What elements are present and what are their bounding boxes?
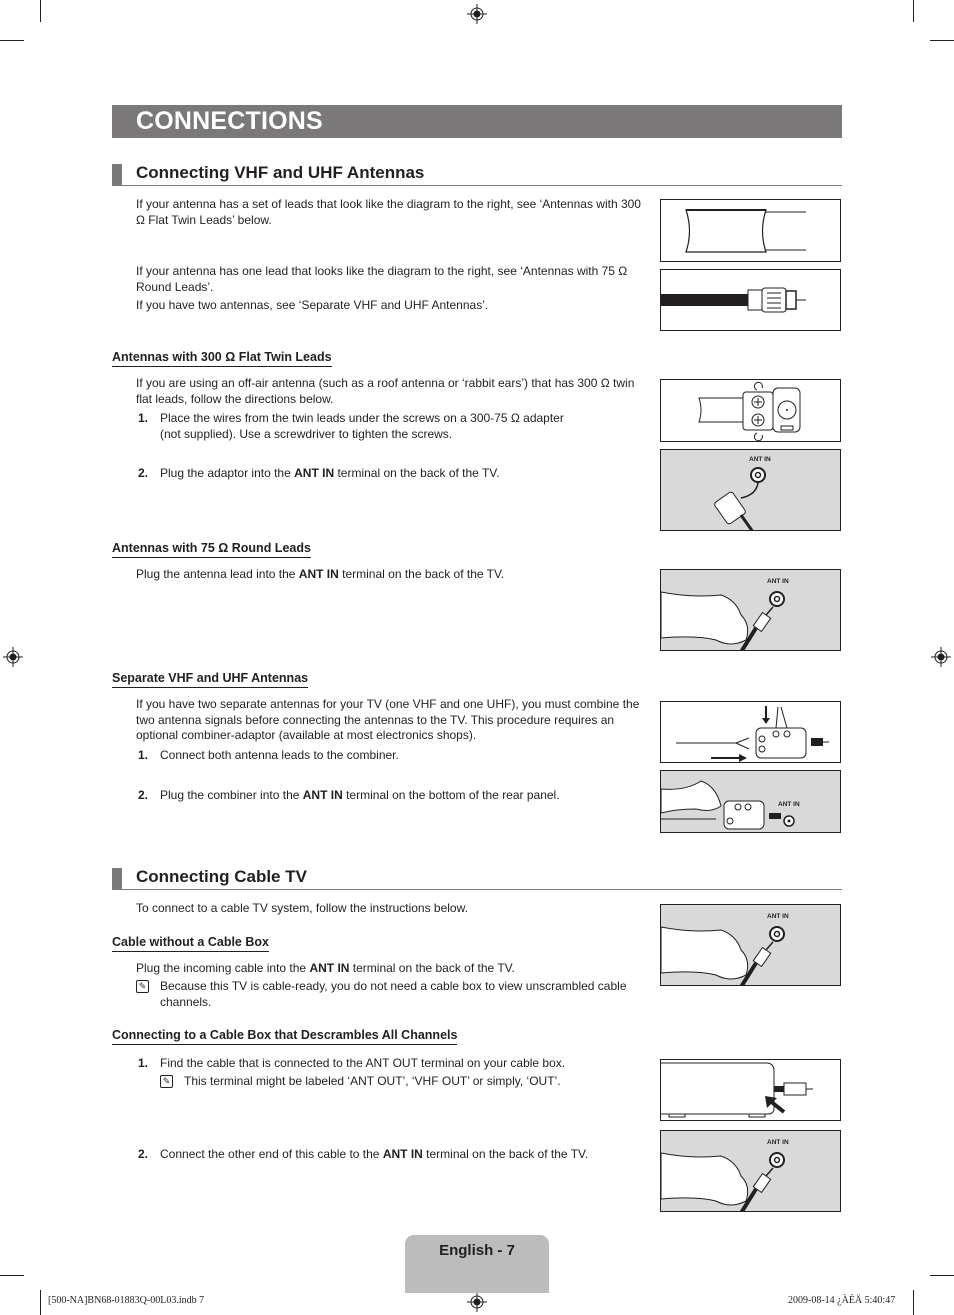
- ant-in-terminal-icon: [714, 467, 766, 530]
- section-title: Connecting VHF and UHF Antennas: [136, 163, 425, 182]
- flat-twin-lead-icon: [685, 209, 806, 253]
- step-number: 2.: [138, 1147, 149, 1161]
- subsection-heading-separate: Separate VHF and UHF Antennas: [112, 671, 309, 688]
- text: terminal on the back of the TV.: [338, 567, 505, 581]
- intro-paragraph-2: If your antenna has one lead that looks …: [136, 264, 628, 294]
- text: Plug the incoming cable into the: [136, 961, 310, 975]
- subsection-heading-no-box: Cable without a Cable Box: [112, 935, 269, 952]
- ant-in-label: ANT IN: [294, 466, 335, 480]
- crop-mark: [913, 0, 914, 22]
- step-number: 2.: [138, 466, 149, 480]
- step-number: 1.: [138, 748, 149, 762]
- figure-flat-twin-lead: [660, 199, 841, 262]
- flat-twin-intro: If you are using an off-air antenna (suc…: [136, 376, 635, 406]
- intro-paragraph-1: If your antenna has a set of leads that …: [136, 197, 641, 227]
- hand-plugging-cable-icon: [661, 1152, 785, 1211]
- ant-in-label: ANT IN: [302, 788, 343, 802]
- figure-hand-plug: ANT IN: [660, 569, 841, 651]
- combiner-icon: [676, 706, 829, 762]
- crop-mark: [930, 40, 954, 41]
- step-text: Place the wires from the twin leads unde…: [160, 411, 564, 441]
- crop-mark: [930, 1275, 954, 1276]
- text: terminal on the back of the TV.: [349, 961, 515, 975]
- step-text: Plug the adaptor into the ANT IN termina…: [160, 466, 640, 482]
- figure-round-lead: [660, 269, 841, 331]
- step-text: Connect both antenna leads to the combin…: [160, 748, 399, 762]
- section-heading-cable: Connecting Cable TV: [112, 867, 842, 890]
- page-title-bar: CONNECTIONS: [112, 105, 842, 138]
- hand-plugging-cable-icon: [661, 926, 785, 985]
- text: terminal on the bottom of the rear panel…: [342, 788, 560, 802]
- ant-in-label: ANT IN: [298, 567, 339, 581]
- page-number: English - 7: [439, 1242, 515, 1259]
- subsection-heading-round: Antennas with 75 Ω Round Leads: [112, 541, 311, 558]
- crop-mark: [40, 0, 41, 22]
- step-text: Find the cable that is connected to the …: [160, 1056, 566, 1070]
- text: Plug the adaptor into the: [160, 466, 295, 480]
- figure-adapter: [660, 379, 841, 442]
- separate-intro: If you have two separate antennas for yo…: [136, 697, 640, 742]
- step-text: Plug the combiner into the ANT IN termin…: [160, 788, 640, 804]
- flat-twin-step-1: 1. Place the wires from the twin leads u…: [138, 411, 638, 443]
- registration-mark-icon: [467, 1292, 487, 1312]
- section-heading-antennas: Connecting VHF and UHF Antennas: [112, 163, 842, 186]
- text: terminal on the back of the TV.: [334, 466, 500, 480]
- figure-combiner: UHF VHF: [660, 701, 841, 763]
- note-icon: ✎: [136, 980, 149, 993]
- print-slug-file: [500-NA]BN68-01883Q-00L03.indb 7: [48, 1295, 205, 1306]
- section-title: Connecting Cable TV: [136, 867, 307, 886]
- print-slug-date: 2009-08-14 ¿ÀÈÄ 5:40:47: [788, 1295, 896, 1306]
- figure-adapter-ant-in: ANT IN: [660, 449, 841, 531]
- cable-box-icon: [661, 1062, 813, 1118]
- crop-mark: [913, 1290, 914, 1315]
- note-cable-ready: ✎ Because this TV is cable-ready, you do…: [136, 979, 646, 1011]
- registration-mark-icon: [3, 647, 23, 667]
- heading-marker: [112, 868, 122, 889]
- cable-intro: To connect to a cable TV system, follow …: [136, 901, 468, 915]
- no-box-text: Plug the incoming cable into the ANT IN …: [136, 961, 646, 977]
- note-text: Because this TV is cable-ready, you do n…: [160, 979, 627, 1009]
- note-text: This terminal might be labeled ‘ANT OUT’…: [184, 1074, 561, 1088]
- separate-step-2: 2. Plug the combiner into the ANT IN ter…: [138, 788, 638, 804]
- text: Connect the other end of this cable to t…: [160, 1147, 383, 1161]
- step-number: 2.: [138, 788, 149, 802]
- combiner-hand-icon: [661, 780, 795, 830]
- crop-mark: [40, 1290, 41, 1315]
- step-text: Connect the other end of this cable to t…: [160, 1147, 640, 1163]
- page-number-tab: English - 7: [405, 1235, 549, 1293]
- step-number: 1.: [138, 411, 149, 425]
- intro-paragraph-3: If you have two antennas, see ‘Separate …: [136, 298, 489, 312]
- registration-mark-icon: [467, 4, 487, 24]
- adapter-icon: [698, 381, 801, 441]
- separate-step-1: 1. Connect both antenna leads to the com…: [138, 748, 638, 764]
- crop-mark: [0, 1275, 24, 1276]
- figure-combiner-ant-in: ANT IN UHF VHF: [660, 770, 841, 833]
- page-title: CONNECTIONS: [136, 107, 323, 135]
- subsection-heading-descrambler: Connecting to a Cable Box that Descrambl…: [112, 1028, 458, 1045]
- text: terminal on the back of the TV.: [422, 1147, 589, 1161]
- note-ant-out: ✎ This terminal might be labeled ‘ANT OU…: [160, 1074, 640, 1090]
- registration-mark-icon: [931, 647, 951, 667]
- text: Plug the combiner into the: [160, 788, 303, 802]
- step-number: 1.: [138, 1056, 149, 1070]
- heading-marker: [112, 164, 122, 185]
- round-lead-text: Plug the antenna lead into the ANT IN te…: [136, 567, 646, 583]
- descrambler-step-2: 2. Connect the other end of this cable t…: [138, 1147, 638, 1163]
- subsection-heading-flat-twin: Antennas with 300 Ω Flat Twin Leads: [112, 350, 332, 367]
- ant-in-label: ANT IN: [309, 961, 350, 975]
- crop-mark: [0, 40, 24, 41]
- ant-in-label: ANT IN: [382, 1147, 423, 1161]
- figure-cable-plug: ANT IN: [660, 904, 841, 986]
- text: Plug the antenna lead into the: [136, 567, 299, 581]
- flat-twin-step-2: 2. Plug the adaptor into the ANT IN term…: [138, 466, 638, 482]
- figure-cable-box: ANT IN ANT OUT: [660, 1059, 841, 1121]
- note-icon: ✎: [160, 1075, 173, 1088]
- coax-cable-icon: [661, 287, 806, 313]
- hand-plugging-cable-icon: [661, 591, 785, 650]
- figure-final-plug: ANT IN: [660, 1130, 841, 1212]
